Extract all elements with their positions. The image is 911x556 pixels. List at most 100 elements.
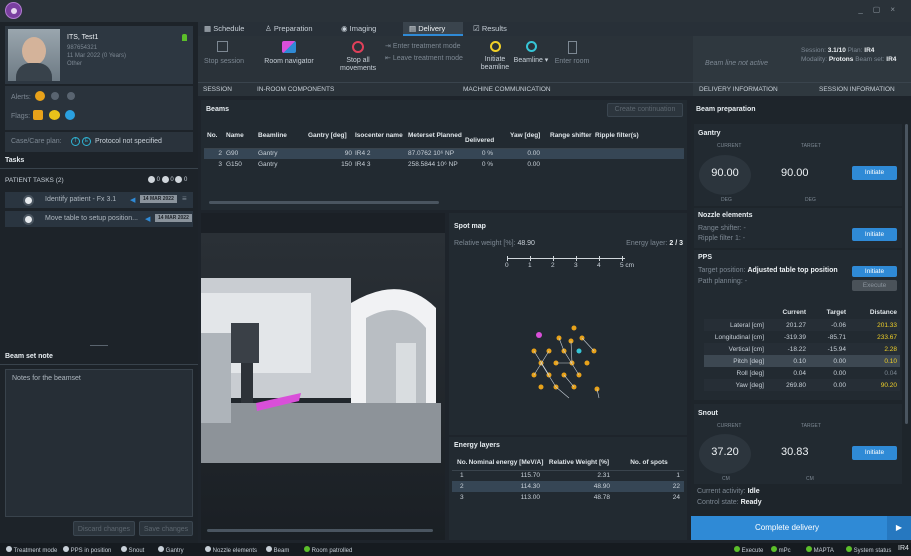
beamline-dropdown[interactable]: Beamline ▾ (511, 41, 551, 64)
alert-icon[interactable] (67, 92, 75, 100)
task-item[interactable]: Move table to setup position... ◀ 14 MAR… (5, 211, 193, 227)
view-scrollbar[interactable] (207, 529, 433, 532)
status-execute: Execute (734, 546, 763, 554)
vertical-scrollbar[interactable] (905, 124, 908, 424)
table-row[interactable]: 2 G90 Gantry 90 IR4 2 87.0762 10⁶ NP 0 % 0.00 (204, 148, 684, 159)
enter-icon: ⇥ (385, 43, 391, 50)
range-shifter: Range shifter: - (698, 225, 746, 232)
enter-treatment-mode-button[interactable]: ⇥ Enter treatment mode (385, 42, 461, 50)
check-circle-icon (304, 546, 310, 552)
send-icon[interactable]: ◀ (145, 215, 150, 223)
snout-initiate-button[interactable]: Initiate (852, 446, 897, 460)
pps-title: PPS (698, 254, 713, 261)
table-row[interactable]: 2 114.30 48.90 22 (452, 481, 684, 492)
care-plan-value: Protocol not specified (95, 138, 162, 145)
patient-photo (8, 29, 60, 81)
green-dot-icon (771, 546, 777, 552)
task-date: 14 MAR 2022 (140, 195, 177, 203)
alert-icon[interactable] (51, 92, 59, 100)
energy-layers-title: Energy layers (454, 442, 500, 449)
table-row: Pitch [deg] 0.10 0.00 0.10 (704, 355, 900, 367)
gantry-current: 90.00 (699, 155, 751, 195)
stop-all-movements-button[interactable]: Stop all movements (340, 41, 376, 73)
tab-preparation[interactable]: ♙ Preparation (265, 24, 313, 33)
close-icon[interactable]: × (890, 5, 905, 14)
table-row: Roll [deg] 0.04 0.00 0.04 (736, 369, 897, 377)
pps-table: Current Target Distance Lateral [cm] 201.… (704, 306, 900, 391)
room-navigator-button[interactable]: Room navigator (257, 41, 321, 65)
flag-icon[interactable] (65, 110, 75, 120)
x-circle-icon (63, 546, 69, 552)
x-circle-icon (6, 546, 12, 552)
table-row[interactable]: 1 115.70 2.31 1 (452, 470, 684, 481)
unit-label: DEG (721, 197, 732, 203)
x-circle-icon (158, 546, 164, 552)
group-machine-communication: MACHINE COMMUNICATION (463, 86, 551, 93)
stop-icon (352, 41, 364, 53)
current-label: CURRENT (717, 423, 742, 429)
create-continuation-button[interactable]: Create continuation (607, 103, 683, 117)
leave-treatment-mode-button[interactable]: ⇤ Leave treatment mode (385, 54, 463, 62)
task-menu-icon[interactable]: ≡ (182, 194, 187, 203)
beamset-note-textarea[interactable]: Notes for the beamset (5, 369, 193, 517)
gantry-initiate-button[interactable]: Initiate (852, 166, 897, 180)
room-navigator-icon (282, 41, 296, 53)
relative-weight: Relative weight [%]: 48.90 (454, 240, 535, 247)
scale-tick-label: 1 (528, 262, 532, 269)
status-beam: Beam (266, 546, 289, 554)
group-in-room: IN-ROOM COMPONENTS (257, 86, 335, 93)
horizontal-scrollbar[interactable] (209, 201, 439, 204)
patient-card[interactable]: ITS, Test1 987654321 11 Mar 2022 (0 Year… (5, 26, 193, 84)
door-icon (567, 41, 577, 54)
room-3d-view[interactable] (201, 213, 445, 540)
table-row: Vertical [cm] -18.22 -15.94 2.28 (704, 343, 900, 355)
tab-delivery[interactable]: ▤ Delivery (403, 22, 463, 36)
play-icon[interactable]: ▶ (887, 516, 911, 540)
discard-changes-button[interactable]: Discard changes (73, 521, 135, 536)
note-text: Notes for the beamset (12, 375, 81, 382)
care-plan[interactable]: Case/Care plan: T E Protocol not specifi… (5, 132, 193, 152)
pps-initiate-button[interactable]: Initiate (852, 266, 897, 277)
x-circle-icon (266, 546, 272, 552)
status-gantry: Gantry (158, 546, 184, 554)
send-icon[interactable]: ◀ (130, 196, 135, 204)
minimize-icon[interactable]: _ (858, 5, 872, 14)
results-icon: ☑ (473, 24, 480, 33)
current-activity: Current activity: Idle (697, 488, 760, 495)
snout-section: Snout CURRENT TARGET 37.20 30.83 CM CM I… (694, 404, 902, 484)
tab-imaging[interactable]: ◉ Imaging (341, 24, 376, 33)
table-row[interactable]: 3 113.00 48.78 24 (452, 492, 684, 503)
nozzle-initiate-button[interactable]: Initiate (852, 228, 897, 241)
tab-schedule[interactable]: ▦ Schedule (204, 24, 244, 33)
save-changes-button[interactable]: Save changes (139, 521, 193, 536)
left-panel: ITS, Test1 987654321 11 Mar 2022 (0 Year… (0, 22, 198, 543)
maximize-icon[interactable]: ▢ (873, 5, 891, 14)
group-session: SESSION (203, 86, 232, 93)
alert-icon[interactable] (35, 91, 45, 101)
task-item[interactable]: Identify patient - Fx 3.1 ◀ 14 MAR 2022 … (5, 192, 193, 208)
scale-tick-label: 5 cm (620, 262, 635, 269)
imaging-icon: ◉ (341, 24, 348, 33)
enter-room-button[interactable]: Enter room (551, 41, 593, 65)
splitter-handle[interactable] (90, 345, 108, 346)
pps-execute-button[interactable]: Execute (852, 280, 897, 291)
alerts-label: Alerts: (11, 94, 31, 101)
table-header: No. Nominal energy [MeV/A] Relative Weig… (452, 455, 684, 470)
check-circle-icon (846, 546, 852, 552)
target-label: TARGET (801, 423, 821, 429)
toolbar: Stop session Room navigator Stop all mov… (198, 36, 911, 96)
beam-line-status: Beam line not active (705, 60, 769, 67)
nozzle-section: Nozzle elements Range shifter: - Ripple … (694, 208, 902, 248)
table-row[interactable]: 3 G150 Gantry 150 IR4 3 258.5844 10⁶ NP 0 % 0.0… (204, 159, 684, 170)
care-plan-label: Case/Care plan: (11, 138, 62, 145)
flag-icon[interactable] (33, 110, 43, 120)
table-row: Yaw [deg] 269.80 0.00 90.20 (704, 379, 900, 391)
initiate-beamline-button[interactable]: Initiate beamline (477, 41, 513, 72)
task-counts: 0 0 0 (148, 176, 187, 183)
tab-results[interactable]: ☑ Results (473, 24, 507, 33)
flag-icon[interactable] (49, 110, 60, 120)
patient-sex: Other (67, 61, 83, 67)
stop-session-button[interactable]: Stop session (204, 41, 244, 65)
complete-delivery-button[interactable]: Complete delivery ▶ (691, 516, 911, 540)
alerts-flags: Alerts: Flags: (5, 86, 193, 130)
